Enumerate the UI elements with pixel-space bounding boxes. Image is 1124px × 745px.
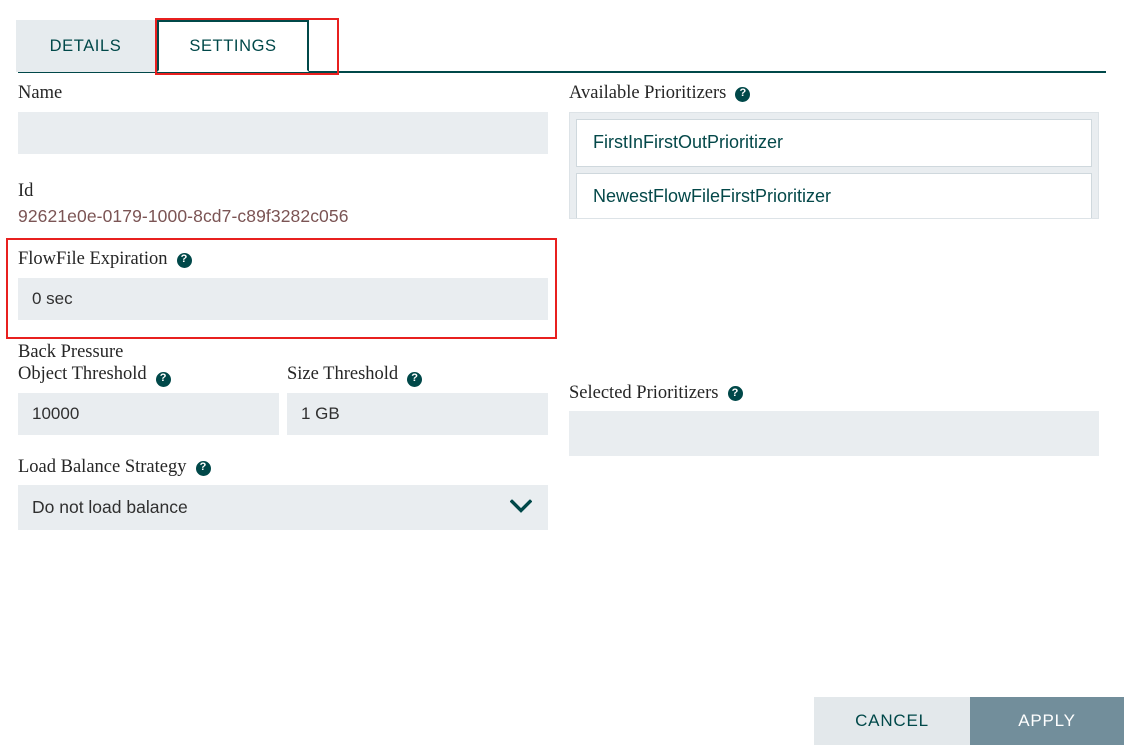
id-value: 92621e0e-0179-1000-8cd7-c89f3282c056 xyxy=(18,206,349,227)
flowfile-expiration-label: FlowFile Expiration ? xyxy=(18,248,548,271)
prioritizer-label: NewestFlowFileFirstPrioritizer xyxy=(593,186,832,207)
flowfile-expiration-value: 0 sec xyxy=(32,288,73,308)
load-balance-strategy-select[interactable]: Do not load balance xyxy=(18,485,548,531)
settings-right-column: Available Prioritizers ? FirstInFirstOut… xyxy=(569,82,1099,457)
tab-strip: DETAILS SETTINGS xyxy=(0,0,1124,73)
apply-button[interactable]: APPLY xyxy=(970,697,1124,745)
chevron-down-icon xyxy=(509,497,533,518)
dialog-footer: CANCEL APPLY xyxy=(0,697,1124,745)
size-threshold-value: 1 GB xyxy=(301,403,340,423)
help-icon-object-threshold[interactable]: ? xyxy=(155,371,171,387)
object-threshold-value: 10000 xyxy=(32,403,80,423)
selected-prioritizers-label: Selected Prioritizers ? xyxy=(569,382,1099,405)
help-icon-load-balance-strategy[interactable]: ? xyxy=(195,460,211,476)
tab-settings[interactable]: SETTINGS xyxy=(157,20,309,72)
flowfile-expiration-input[interactable]: 0 sec xyxy=(18,277,548,320)
back-pressure-size-threshold-label: Size Threshold ? xyxy=(287,341,548,387)
object-threshold-input[interactable]: 10000 xyxy=(18,392,279,435)
name-input[interactable] xyxy=(18,111,548,154)
tab-details[interactable]: DETAILS xyxy=(16,20,155,72)
help-icon-selected-prioritizers[interactable]: ? xyxy=(727,386,743,402)
help-icon-flowfile-expiration[interactable]: ? xyxy=(176,252,192,268)
name-label: Name xyxy=(18,83,63,103)
back-pressure-object-threshold-label: Back Pressure Object Threshold ? xyxy=(18,341,279,387)
load-balance-strategy-label: Load Balance Strategy ? xyxy=(18,456,548,479)
settings-left-column: Name Id 92621e0e-0179-1000-8cd7-c89f3282… xyxy=(18,82,548,531)
help-icon-available-prioritizers[interactable]: ? xyxy=(735,86,751,102)
list-item[interactable]: NewestFlowFileFirstPrioritizer xyxy=(576,172,1092,218)
selected-prioritizers-dropzone[interactable] xyxy=(569,411,1099,457)
available-prioritizers-list[interactable]: FirstInFirstOutPrioritizer NewestFlowFil… xyxy=(569,111,1099,219)
tab-settings-label: SETTINGS xyxy=(189,36,277,55)
available-prioritizers-label: Available Prioritizers ? xyxy=(569,82,1099,105)
back-pressure-size-threshold-group: Size Threshold ? 1 GB xyxy=(287,341,548,435)
prioritizer-label: FirstInFirstOutPrioritizer xyxy=(593,132,784,153)
back-pressure-object-threshold-group: Back Pressure Object Threshold ? 10000 xyxy=(18,341,279,435)
help-icon-size-threshold[interactable]: ? xyxy=(407,371,423,387)
cancel-button[interactable]: CANCEL xyxy=(814,697,970,745)
apply-button-label: APPLY xyxy=(1018,711,1076,730)
id-label: Id xyxy=(18,180,34,201)
load-balance-strategy-value: Do not load balance xyxy=(32,497,188,518)
tab-details-label: DETAILS xyxy=(49,36,122,55)
list-item[interactable]: FirstInFirstOutPrioritizer xyxy=(576,118,1092,167)
back-pressure-row: Back Pressure Object Threshold ? 10000 S… xyxy=(18,341,548,435)
cancel-button-label: CANCEL xyxy=(855,711,929,730)
size-threshold-input[interactable]: 1 GB xyxy=(287,392,548,435)
